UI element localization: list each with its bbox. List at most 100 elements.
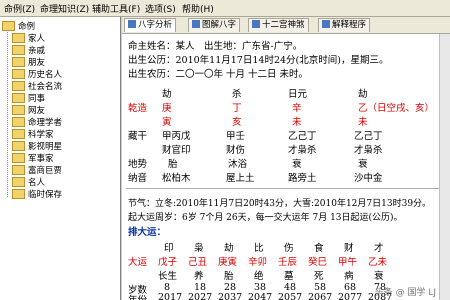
pillar-header: 日元 bbox=[288, 89, 308, 100]
canggan-cell: 甲壬 bbox=[226, 131, 246, 142]
tree-item-label: 命理学者 bbox=[28, 118, 63, 128]
dayun-ganzhi: 戊子 bbox=[158, 257, 178, 268]
info-name-line: 命主姓名：某人 出生地：广东省-广宁。 bbox=[128, 41, 303, 52]
tree-item[interactable]: 历史名人 bbox=[12, 68, 62, 80]
folder-icon bbox=[12, 189, 25, 199]
dayun-ganzhi: 己丑 bbox=[188, 257, 208, 268]
tree-item-label: 富商巨贾 bbox=[28, 166, 63, 176]
menu-knowledge[interactable]: 命理知识(Z) bbox=[40, 2, 89, 15]
pillar-header: 杀 bbox=[232, 89, 242, 100]
earthly-branch: 未 bbox=[358, 117, 368, 128]
shishen-cell: 才枭杀 bbox=[354, 145, 383, 156]
menu-options[interactable]: 选项(S) bbox=[145, 2, 176, 15]
qiyun-line: 起大运周岁：6岁 7个月 26天，每一交大运年 7月 13日起运(公历)。 bbox=[128, 213, 403, 223]
dayun-header: 食 bbox=[314, 243, 324, 254]
dayun-header: 印 bbox=[164, 243, 174, 254]
nayin-cell: 松柏木 bbox=[162, 173, 191, 184]
folder-icon bbox=[12, 141, 25, 151]
folder-icon bbox=[12, 69, 25, 79]
dayun-year: 2047 bbox=[248, 292, 273, 300]
tree-item[interactable]: 军事家 bbox=[12, 152, 54, 164]
dayun-header: 伤 bbox=[284, 243, 294, 254]
vertical-scrollbar[interactable] bbox=[439, 34, 450, 300]
tree-item[interactable]: 名人 bbox=[12, 176, 45, 188]
tree-item[interactable]: 朋友 bbox=[12, 56, 45, 68]
heavenly-stem: 庚 bbox=[162, 103, 172, 114]
tree-item[interactable]: 同事 bbox=[12, 92, 45, 104]
folder-icon bbox=[12, 45, 25, 55]
tab-bazi-analysis[interactable]: 八字分析 bbox=[124, 18, 177, 32]
watermark: 头条 @ 国学 LJ bbox=[374, 288, 436, 298]
menu-tools[interactable]: 辅助工具(F) bbox=[92, 2, 140, 15]
tree-item[interactable]: 富商巨贾 bbox=[12, 164, 62, 176]
dayun-changsheng: 衰 bbox=[374, 271, 384, 282]
dayun-year: 2067 bbox=[308, 292, 333, 300]
earthly-branch: 寅 bbox=[162, 117, 172, 128]
dayun-ganzhi: 乙未 bbox=[368, 257, 388, 268]
folder-icon bbox=[2, 21, 15, 31]
canggan-label: 藏干 bbox=[128, 131, 148, 142]
tab-label: 十二宫神煞 bbox=[262, 20, 305, 30]
shishen-cell: 财伤 bbox=[226, 145, 246, 156]
nayin-cell: 屋上土 bbox=[226, 173, 255, 184]
menu-mingli[interactable]: 命例(Z) bbox=[4, 2, 35, 15]
dayun-changsheng: 养 bbox=[194, 271, 204, 282]
tree-item-label: 科学家 bbox=[28, 130, 54, 140]
tab-label: 解释程序 bbox=[332, 20, 367, 30]
nayin-cell: 沙中金 bbox=[354, 173, 383, 184]
tree-item[interactable]: 科学家 bbox=[12, 128, 54, 140]
tree-item[interactable]: 临时保存 bbox=[12, 188, 62, 200]
explain-icon bbox=[322, 20, 330, 28]
tree-item[interactable]: 命理学者 bbox=[12, 116, 62, 128]
dayun-ganzhi: 癸巳 bbox=[308, 257, 328, 268]
dayun-year: 2017 bbox=[158, 292, 183, 300]
dayun-changsheng: 墓 bbox=[284, 271, 294, 282]
tree-root-label: 命例 bbox=[18, 22, 36, 32]
nayin-label: 纳音 bbox=[128, 173, 148, 184]
tree-item-label: 家人 bbox=[28, 34, 46, 44]
dayun-changsheng: 绝 bbox=[254, 271, 264, 282]
pillar-header: 劫 bbox=[162, 89, 172, 100]
shishen-cell: 财官印 bbox=[162, 145, 191, 156]
heavenly-stem: 乙（日空戌、亥） bbox=[358, 103, 435, 114]
tab-label: 八字分析 bbox=[138, 20, 173, 30]
dayun-year: 2027 bbox=[188, 292, 213, 300]
nayin-cell: 路旁土 bbox=[288, 173, 317, 184]
tree-item-label: 朋友 bbox=[28, 58, 46, 68]
tree-connector bbox=[7, 27, 9, 197]
tree-item-label: 历史名人 bbox=[28, 70, 63, 80]
shishen-cell: 才枭杀 bbox=[288, 145, 317, 156]
tree-item-label: 影视明星 bbox=[28, 142, 63, 152]
info-solar-line: 出生公历：2010年11月17日14时24分(北京时间)，星期三。 bbox=[128, 55, 389, 66]
dayun-header: 才 bbox=[374, 243, 384, 254]
canggan-cell: 甲丙戊 bbox=[162, 131, 191, 142]
dishi-cell: 沐浴 bbox=[228, 159, 248, 170]
tab-explain[interactable]: 解释程序 bbox=[318, 18, 371, 32]
earthly-branch: 未 bbox=[292, 117, 302, 128]
dayun-header: 比 bbox=[254, 243, 264, 254]
tab-twelve-palaces[interactable]: 十二宫神煞 bbox=[248, 18, 309, 32]
divider bbox=[126, 188, 448, 189]
dayun-ganzhi: 辛卯 bbox=[248, 257, 268, 268]
tab-bazi-diagram[interactable]: 图解八字 bbox=[188, 18, 241, 32]
tree-item[interactable]: 家人 bbox=[12, 32, 45, 44]
year-label: 年份 bbox=[128, 292, 147, 300]
dayun-header: 财 bbox=[344, 243, 354, 254]
tree-item-label: 社会名流 bbox=[28, 82, 63, 92]
tree-item[interactable]: 社会名流 bbox=[12, 80, 62, 92]
folder-icon bbox=[12, 117, 25, 127]
dayun-ganzhi: 壬辰 bbox=[278, 257, 298, 268]
dishi-label: 地势 bbox=[128, 159, 148, 170]
tree-item[interactable]: 影视明星 bbox=[12, 140, 62, 152]
dayun-year: 2077 bbox=[338, 292, 363, 300]
tree-item-label: 亲戚 bbox=[28, 46, 46, 56]
dayun-ganzhi: 甲午 bbox=[338, 257, 358, 268]
menu-bar: 命例(Z) 命理知识(Z) 辅助工具(F) 选项(S) 帮助(H) bbox=[0, 0, 450, 17]
tree-item-label: 同事 bbox=[28, 94, 46, 104]
folder-icon bbox=[12, 153, 25, 163]
tree-root[interactable]: 命例 bbox=[2, 20, 36, 32]
menu-help[interactable]: 帮助(H) bbox=[182, 2, 214, 15]
tree-item[interactable]: 网友 bbox=[12, 104, 45, 116]
dayun-changsheng: 病 bbox=[344, 271, 354, 282]
tree-item[interactable]: 亲戚 bbox=[12, 44, 45, 56]
